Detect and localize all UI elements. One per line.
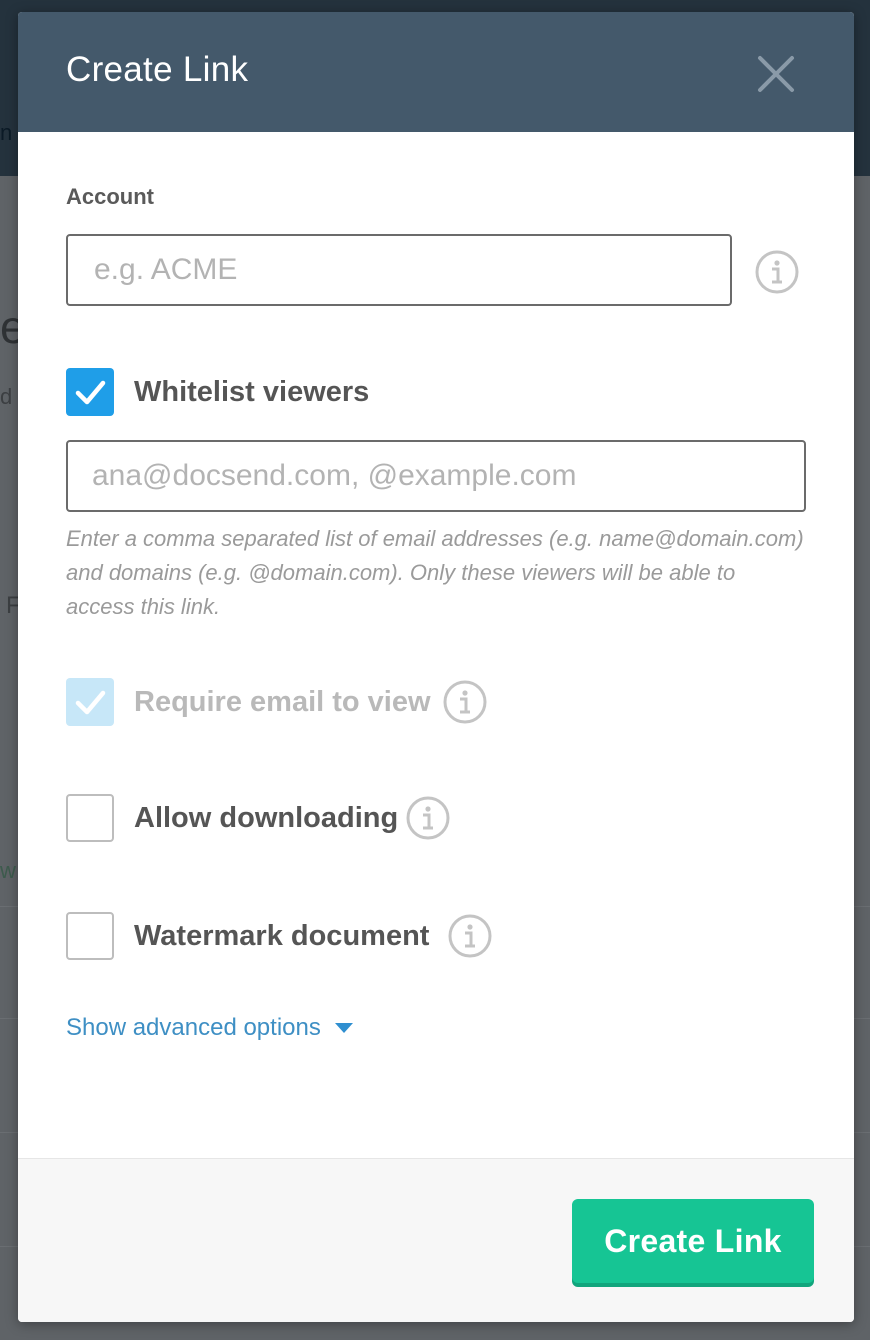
account-info-icon[interactable] xyxy=(754,249,800,295)
background-fragment: w xyxy=(0,858,16,883)
account-label: Account xyxy=(66,184,154,209)
close-button[interactable] xyxy=(752,50,800,98)
info-icon xyxy=(443,680,487,724)
require-email-info-icon[interactable] xyxy=(442,679,488,725)
whitelist-viewers-label[interactable]: Whitelist viewers xyxy=(134,376,369,409)
require-email-label: Require email to view xyxy=(134,686,431,718)
checkmark-icon xyxy=(75,690,106,715)
allow-downloading-checkbox[interactable] xyxy=(66,794,114,842)
account-input[interactable] xyxy=(66,234,732,306)
close-icon xyxy=(758,56,794,92)
checkmark-icon xyxy=(75,380,106,405)
info-icon xyxy=(448,914,492,958)
info-icon xyxy=(755,250,799,294)
caret-down-icon xyxy=(334,1023,353,1033)
show-advanced-options-label: Show advanced options xyxy=(66,1014,321,1041)
allow-downloading-info-icon[interactable] xyxy=(405,795,451,841)
require-email-checkbox[interactable] xyxy=(66,678,114,726)
create-link-modal: Create Link Account Whitelist viewers En… xyxy=(18,12,854,1322)
whitelist-help-text: Enter a comma separated list of email ad… xyxy=(66,526,804,619)
whitelist-viewers-input[interactable] xyxy=(66,440,806,512)
info-icon xyxy=(406,796,450,840)
watermark-document-label[interactable]: Watermark document xyxy=(134,920,429,953)
allow-downloading-label[interactable]: Allow downloading xyxy=(134,802,398,835)
watermark-document-checkbox[interactable] xyxy=(66,912,114,960)
modal-title: Create Link xyxy=(66,50,249,89)
create-link-button[interactable]: Create Link xyxy=(572,1199,814,1283)
show-advanced-options-link[interactable]: Show advanced options xyxy=(66,1014,353,1042)
whitelist-viewers-checkbox[interactable] xyxy=(66,368,114,416)
background-fragment: n xyxy=(0,120,13,145)
watermark-info-icon[interactable] xyxy=(447,913,493,959)
modal-footer: Create Link xyxy=(18,1158,854,1322)
modal-header: Create Link xyxy=(18,12,854,132)
background-fragment: d xyxy=(0,384,13,409)
